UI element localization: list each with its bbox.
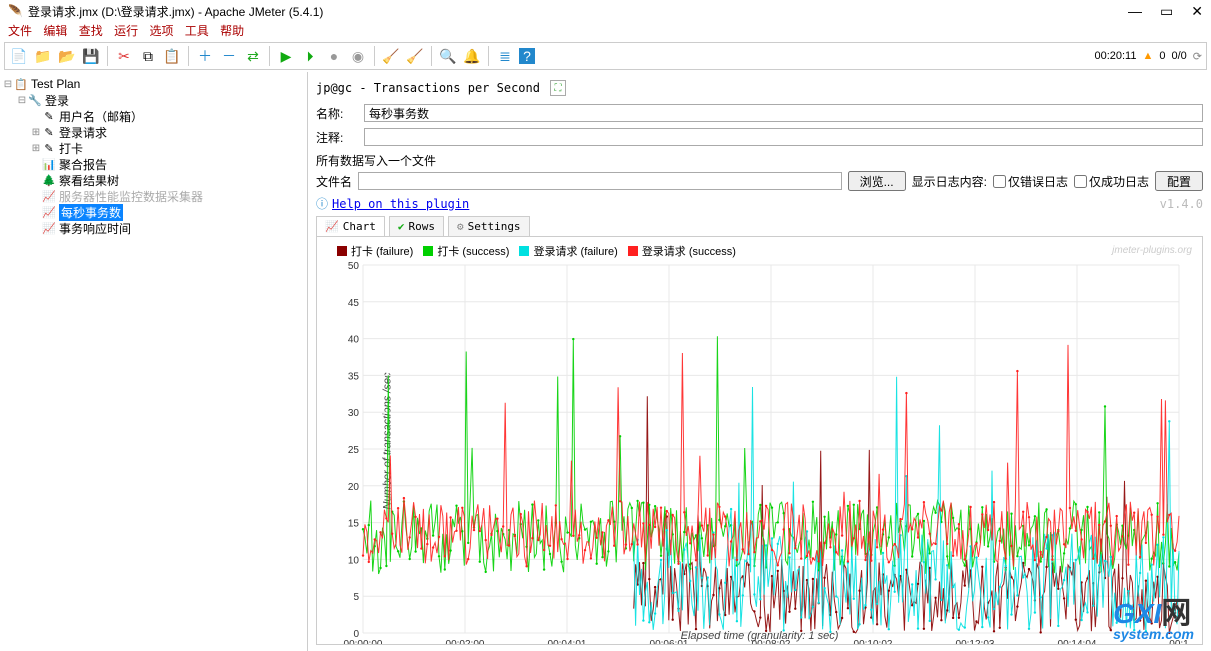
svg-text:00:10:02: 00:10:02 [854, 639, 893, 645]
help-icon[interactable]: ? [519, 48, 535, 64]
configure-button[interactable]: 配置 [1155, 171, 1203, 191]
file-section-label: 所有数据写入一个文件 [316, 152, 1203, 169]
menu-run[interactable]: 运行 [114, 24, 138, 38]
menu-edit[interactable]: 编辑 [43, 24, 67, 38]
tree-node-3[interactable]: ⊞✎登录请求 [2, 124, 305, 140]
menu-options[interactable]: 选项 [149, 24, 173, 38]
tree-node-1[interactable]: ⊟🔧登录 [2, 92, 305, 108]
plugin-version: v1.4.0 [1160, 197, 1203, 211]
app-icon: 🪶 [8, 4, 22, 18]
svg-text:5: 5 [353, 592, 359, 603]
tree-node-0[interactable]: ⊟📋Test Plan [2, 76, 305, 92]
function-helper-icon[interactable]: ≣ [495, 46, 515, 66]
cut-icon[interactable]: ✂ [114, 46, 134, 66]
tree-node-8[interactable]: 📈每秒事务数 [2, 204, 305, 220]
clear-icon[interactable]: 🧹 [381, 46, 401, 66]
chart-plot: 0510152025303540455000:00:0000:02:0000:0… [317, 261, 1187, 645]
tree-node-2[interactable]: ✎用户名（邮箱） [2, 108, 305, 124]
menubar: 文件 编辑 查找 运行 选项 工具 帮助 [0, 22, 1211, 40]
tree-node-4[interactable]: ⊞✎打卡 [2, 140, 305, 156]
menu-help[interactable]: 帮助 [220, 24, 244, 38]
expand-icon[interactable]: ＋ [195, 46, 215, 66]
copy-icon[interactable]: ⧉ [138, 46, 158, 66]
errors-only-checkbox[interactable] [993, 175, 1006, 188]
gauge-icon[interactable]: ⟳ [1193, 50, 1202, 63]
menu-tools[interactable]: 工具 [185, 24, 209, 38]
start-no-timers-icon[interactable]: ⏵ [300, 46, 320, 66]
collapse-icon[interactable]: － [219, 46, 239, 66]
comment-input[interactable] [364, 128, 1203, 146]
reset-search-icon[interactable]: 🔔 [462, 46, 482, 66]
close-button[interactable]: ✕ [1191, 3, 1203, 20]
info-icon: ⓘ [316, 195, 328, 212]
tab-chart[interactable]: 📈Chart [316, 216, 385, 236]
tab-settings[interactable]: ⚙Settings [448, 216, 530, 236]
svg-text:00:14:04: 00:14:04 [1058, 639, 1097, 645]
browse-button[interactable]: 浏览... [848, 171, 906, 191]
tab-rows[interactable]: ✔Rows [389, 216, 444, 236]
warning-count: 0 [1159, 50, 1165, 62]
toggle-icon[interactable]: ⇄ [243, 46, 263, 66]
watermark-brand: GXI网 system.com [1113, 588, 1194, 642]
svg-text:40: 40 [348, 335, 360, 346]
help-link[interactable]: Help on this plugin [332, 197, 469, 211]
svg-text:10: 10 [348, 555, 360, 566]
minimize-button[interactable]: — [1128, 3, 1142, 20]
clear-all-icon[interactable]: 🧹 [405, 46, 425, 66]
elapsed-time: 00:20:11 [1094, 50, 1136, 62]
svg-text:00:04:01: 00:04:01 [548, 639, 587, 645]
comment-label: 注释: [316, 129, 360, 146]
filename-label: 文件名 [316, 173, 352, 190]
svg-text:00:00:00: 00:00:00 [344, 639, 383, 645]
maximize-button[interactable]: ▭ [1160, 3, 1173, 20]
thread-ratio: 0/0 [1171, 50, 1186, 62]
svg-text:00:02:00: 00:02:00 [446, 639, 485, 645]
svg-text:00:12:03: 00:12:03 [956, 639, 995, 645]
new-icon[interactable]: 📄 [9, 46, 29, 66]
menu-file[interactable]: 文件 [8, 24, 32, 38]
svg-text:50: 50 [348, 261, 360, 272]
stop-icon[interactable]: ● [324, 46, 344, 66]
warning-icon[interactable]: ▲ [1142, 50, 1153, 62]
window-title: 登录请求.jmx (D:\登录请求.jmx) - Apache JMeter (… [28, 3, 1128, 20]
svg-text:25: 25 [348, 445, 360, 456]
svg-text:20: 20 [348, 482, 360, 493]
shutdown-icon[interactable]: ◉ [348, 46, 368, 66]
tree-node-7[interactable]: 📈服务器性能监控数据采集器 [2, 188, 305, 204]
filename-input[interactable] [358, 172, 842, 190]
svg-text:35: 35 [348, 371, 360, 382]
name-input[interactable] [364, 104, 1203, 122]
chart-legend: 打卡 (failure)打卡 (success)登录请求 (failure)登录… [337, 243, 736, 259]
fullscreen-icon[interactable]: ⛶ [550, 80, 566, 96]
name-label: 名称: [316, 105, 360, 122]
save-icon[interactable]: 💾 [81, 46, 101, 66]
tree-node-5[interactable]: 📊聚合报告 [2, 156, 305, 172]
x-axis-label: Elapsed time (granularity: 1 sec) [681, 630, 839, 642]
toolbar: 📄 📁 📂 💾 ✂ ⧉ 📋 ＋ － ⇄ ▶ ⏵ ● ◉ 🧹 🧹 🔍 🔔 ≣ ? … [4, 42, 1207, 70]
test-plan-tree[interactable]: ⊟📋Test Plan⊟🔧登录✎用户名（邮箱）⊞✎登录请求⊞✎打卡📊聚合报告🌲察… [0, 72, 308, 651]
tree-node-9[interactable]: 📈事务响应时间 [2, 220, 305, 236]
start-icon[interactable]: ▶ [276, 46, 296, 66]
success-only-checkbox[interactable] [1074, 175, 1087, 188]
chart-area: 打卡 (failure)打卡 (success)登录请求 (failure)登录… [316, 237, 1203, 645]
menu-search[interactable]: 查找 [79, 24, 103, 38]
open-icon[interactable]: 📂 [57, 46, 77, 66]
svg-text:45: 45 [348, 298, 360, 309]
watermark-plugin: jmeter-plugins.org [1112, 245, 1192, 256]
log-display-label: 显示日志内容: [912, 173, 987, 190]
tree-node-6[interactable]: 🌲察看结果树 [2, 172, 305, 188]
templates-icon[interactable]: 📁 [33, 46, 53, 66]
paste-icon[interactable]: 📋 [162, 46, 182, 66]
panel-heading: jp@gc - Transactions per Second [316, 81, 540, 95]
svg-text:15: 15 [348, 519, 360, 530]
svg-text:30: 30 [348, 408, 360, 419]
search-icon[interactable]: 🔍 [438, 46, 458, 66]
